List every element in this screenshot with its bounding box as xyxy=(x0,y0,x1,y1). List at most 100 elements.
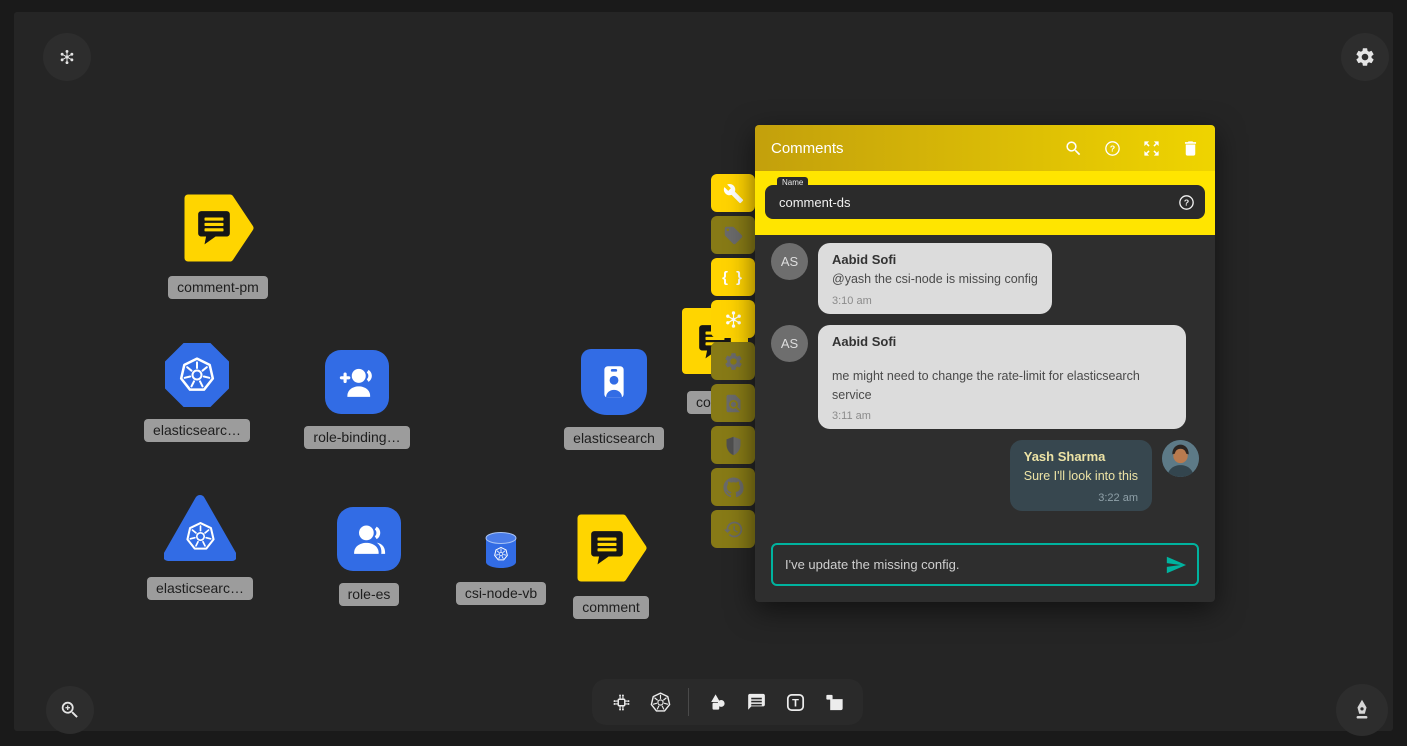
kubernetes-components-button[interactable] xyxy=(645,687,675,717)
kubernetes-icon xyxy=(177,355,217,395)
braces-icon: { } xyxy=(722,269,744,286)
rounded-square-shape xyxy=(337,507,401,571)
comment-tool-button[interactable] xyxy=(741,687,771,717)
send-button[interactable] xyxy=(1161,550,1191,580)
rounded-square-shape xyxy=(325,350,389,414)
user-plus-icon xyxy=(336,361,378,403)
kubernetes-icon xyxy=(649,691,672,714)
shapes-tool-button[interactable] xyxy=(702,687,732,717)
hub-flower-icon xyxy=(723,309,744,330)
pen-nib-icon xyxy=(1349,697,1375,723)
shapes-icon xyxy=(706,691,729,714)
delete-button[interactable] xyxy=(1179,137,1201,159)
message-text: me might need to change the rate-limit f… xyxy=(832,367,1172,405)
message-author: Aabid Sofi xyxy=(832,252,1038,267)
json-tool-button[interactable]: { } xyxy=(711,258,755,296)
app-frame: comment-pm elasticsearc… role-binding… e… xyxy=(0,0,1407,746)
design-canvas[interactable]: comment-pm elasticsearc… role-binding… e… xyxy=(14,12,1393,731)
node-comment-pm[interactable]: comment-pm xyxy=(182,192,254,299)
comment-input[interactable] xyxy=(773,557,1161,572)
node-label: elasticsearc… xyxy=(147,577,253,600)
tag-tool-button[interactable] xyxy=(711,216,755,254)
search-comments-button[interactable] xyxy=(1062,137,1084,159)
zoom-in-button[interactable] xyxy=(46,686,94,734)
message-time: 3:10 am xyxy=(832,295,1038,307)
node-label: elasticsearc… xyxy=(144,419,250,442)
badge-shape xyxy=(581,349,647,415)
help-icon xyxy=(1177,193,1196,212)
avatar: AS xyxy=(771,243,808,280)
node-label: comment-pm xyxy=(168,276,268,299)
history-icon xyxy=(723,519,744,540)
comments-panel-header[interactable]: Comments xyxy=(755,125,1215,171)
trash-icon xyxy=(1181,139,1200,158)
panel-actions xyxy=(1062,137,1201,159)
triangle-shape xyxy=(164,493,236,565)
configure-tool-button[interactable] xyxy=(711,174,755,212)
gear-icon xyxy=(1354,46,1376,68)
message-bubble: Aabid Sofi @yash the csi-node is missing… xyxy=(818,243,1052,314)
toolbar-divider xyxy=(688,688,689,716)
name-input[interactable] xyxy=(765,195,1175,210)
node-role-es[interactable]: role-es xyxy=(337,507,401,606)
node-label: csi-node-vb xyxy=(456,582,546,605)
zoom-in-icon xyxy=(59,699,81,721)
expand-panel-button[interactable] xyxy=(1140,137,1162,159)
cylinder-shape xyxy=(482,530,520,570)
help-button[interactable] xyxy=(1101,137,1123,159)
name-field-section: Name xyxy=(755,171,1215,235)
message-text: @yash the csi-node is missing config xyxy=(832,270,1038,289)
message-text: Sure I'll look into this xyxy=(1024,467,1138,486)
name-field: Name xyxy=(765,185,1205,219)
help-icon xyxy=(1103,139,1122,158)
pen-tool-button[interactable] xyxy=(1336,684,1388,736)
node-csi-node-vb[interactable]: csi-node-vb xyxy=(482,530,520,605)
node-label: comment xyxy=(573,596,649,619)
bottom-toolbar xyxy=(592,679,863,725)
send-icon xyxy=(1165,554,1187,576)
comment-composer xyxy=(771,543,1199,586)
user-portrait xyxy=(1162,440,1199,477)
node-elasticsearch-serviceaccount[interactable]: elasticsearch xyxy=(581,349,647,450)
avatar: AS xyxy=(771,325,808,362)
panel-title: Comments xyxy=(771,140,844,157)
security-tool-button[interactable] xyxy=(711,426,755,464)
github-tool-button[interactable] xyxy=(711,468,755,506)
pentagon-shape xyxy=(182,192,254,264)
note-icon xyxy=(823,691,846,714)
gear-icon xyxy=(723,351,744,372)
avatar-photo xyxy=(1162,440,1199,477)
settings-button[interactable] xyxy=(1341,33,1389,81)
doc-search-icon xyxy=(723,393,744,414)
message-time: 3:11 am xyxy=(832,410,1172,422)
message-row: AS Aabid Sofi @yash the csi-node is miss… xyxy=(771,243,1199,314)
inspect-doc-tool-button[interactable] xyxy=(711,384,755,422)
node-role-binding[interactable]: role-binding… xyxy=(325,350,389,449)
id-badge-icon xyxy=(593,361,635,403)
component-graph-tool-button[interactable] xyxy=(606,687,636,717)
pentagon-shape xyxy=(575,512,647,584)
name-help-button[interactable] xyxy=(1175,191,1197,213)
note-tool-button[interactable] xyxy=(819,687,849,717)
hub-tool-button[interactable] xyxy=(711,300,755,338)
messages-list[interactable]: AS Aabid Sofi @yash the csi-node is miss… xyxy=(755,235,1215,530)
users-icon xyxy=(348,518,390,560)
message-author: Aabid Sofi xyxy=(832,334,1172,349)
expand-icon xyxy=(1142,139,1161,158)
tag-icon xyxy=(723,225,744,246)
shield-icon xyxy=(723,435,744,456)
text-tool-icon xyxy=(784,691,807,714)
app-logo-button[interactable] xyxy=(43,33,91,81)
settings-tool-button[interactable] xyxy=(711,342,755,380)
text-tool-button[interactable] xyxy=(780,687,810,717)
node-elasticsearch-triangle[interactable]: elasticsearc… xyxy=(164,493,236,600)
comments-panel: Comments xyxy=(755,125,1215,602)
message-bubble: Aabid Sofi me might need to change the r… xyxy=(818,325,1186,430)
name-field-label: Name xyxy=(777,177,808,189)
node-comment[interactable]: comment xyxy=(575,512,647,619)
history-tool-button[interactable] xyxy=(711,510,755,548)
message-row: Yash Sharma Sure I'll look into this 3:2… xyxy=(771,440,1199,511)
node-elasticsearch-octagon[interactable]: elasticsearc… xyxy=(165,343,229,442)
search-icon xyxy=(1064,139,1083,158)
node-label: role-binding… xyxy=(304,426,409,449)
